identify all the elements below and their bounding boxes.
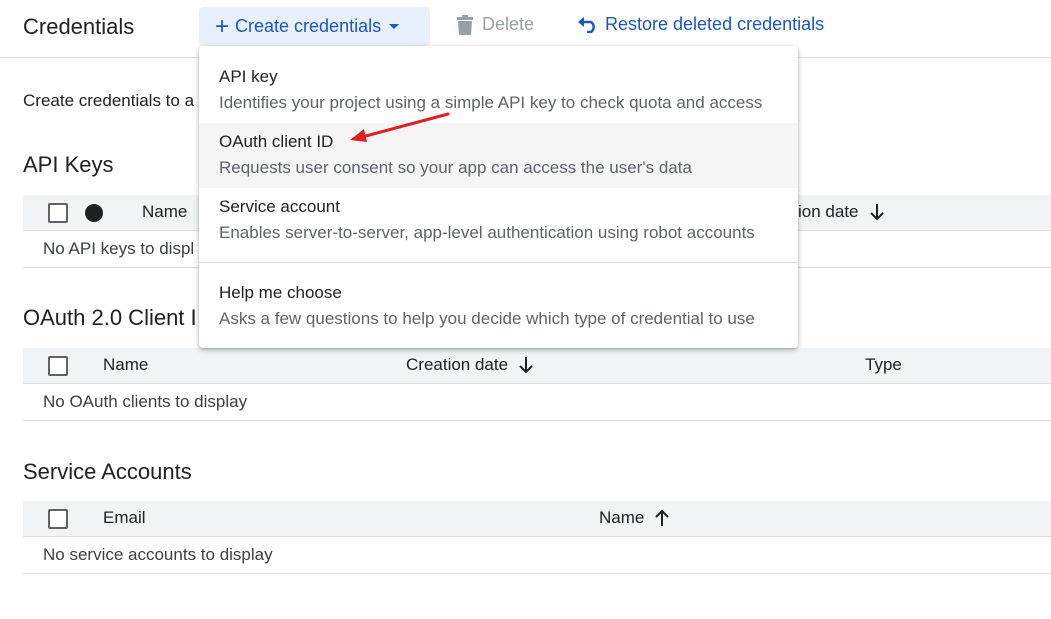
menu-item-oauth-client-id[interactable]: OAuth client ID Requests user consent so… <box>199 123 798 188</box>
column-header-creation-date[interactable]: Creation date <box>406 355 534 375</box>
service-accounts-select-all-checkbox[interactable] <box>48 509 68 529</box>
oauth-empty-row: No OAuth clients to display <box>23 384 1051 421</box>
column-header-name[interactable]: Name <box>142 202 187 222</box>
column-label: Email <box>103 508 146 527</box>
menu-item-help-me-choose[interactable]: Help me choose Asks a few questions to h… <box>199 274 798 339</box>
api-keys-select-all-checkbox[interactable] <box>48 203 68 223</box>
menu-item-description: Requests user consent so your app can ac… <box>219 158 692 177</box>
oauth-title: OAuth 2.0 Client I <box>23 305 197 330</box>
column-label: ion date <box>798 202 859 221</box>
menu-item-description: Enables server-to-server, app-level auth… <box>219 223 755 242</box>
status-dot-icon <box>85 204 103 222</box>
create-credentials-label: Create credentials <box>235 16 382 36</box>
arrow-down-icon <box>519 357 533 374</box>
column-header-email[interactable]: Email <box>103 508 146 528</box>
empty-message: No service accounts to display <box>43 545 273 564</box>
menu-item-title: API key <box>219 67 278 86</box>
restore-label: Restore deleted credentials <box>605 14 825 34</box>
menu-item-title: Service account <box>219 197 340 216</box>
column-label: Type <box>865 355 902 374</box>
column-header-creation-date[interactable]: ion date <box>798 202 885 222</box>
delete-label: Delete <box>482 14 535 34</box>
column-label: Name <box>599 508 645 527</box>
column-label: Name <box>142 202 188 221</box>
arrow-down-icon <box>869 204 884 221</box>
oauth-select-all-checkbox[interactable] <box>48 356 68 376</box>
create-credentials-menu: API key Identifies your project using a … <box>199 46 798 348</box>
api-keys-title: API Keys <box>23 152 114 177</box>
delete-button[interactable]: Delete <box>456 14 534 35</box>
column-label: Name <box>103 355 149 374</box>
column-label: Creation date <box>406 355 509 374</box>
column-header-type[interactable]: Type <box>865 355 902 375</box>
annotation-arrow-icon <box>350 112 450 142</box>
create-credentials-button[interactable]: + Create credentials <box>199 7 430 46</box>
menu-item-description: Asks a few questions to help you decide … <box>219 309 755 328</box>
service-accounts-table-header: Email Name <box>23 501 1051 537</box>
menu-item-description: Identifies your project using a simple A… <box>219 93 763 112</box>
service-accounts-title: Service Accounts <box>23 459 192 484</box>
trash-icon <box>457 14 473 35</box>
menu-item-title: OAuth client ID <box>219 132 334 151</box>
arrow-up-icon <box>655 509 670 526</box>
menu-divider <box>199 262 798 263</box>
service-accounts-empty-row: No service accounts to display <box>23 537 1051 574</box>
restore-deleted-credentials-button[interactable]: Restore deleted credentials <box>577 14 824 35</box>
column-header-name[interactable]: Name <box>599 508 670 528</box>
menu-item-service-account[interactable]: Service account Enables server-to-server… <box>199 188 798 253</box>
plus-icon: + <box>215 12 230 40</box>
caret-down-icon <box>389 24 400 29</box>
page-title: Credentials <box>23 14 135 39</box>
intro-text: Create credentials to a <box>23 91 195 110</box>
empty-message: No API keys to displ <box>43 239 195 258</box>
menu-item-title: Help me choose <box>219 283 342 302</box>
oauth-table-header: Name Creation date Type <box>23 348 1051 384</box>
column-header-name[interactable]: Name <box>103 355 148 375</box>
menu-item-api-key[interactable]: API key Identifies your project using a … <box>199 58 798 123</box>
undo-icon <box>578 16 595 33</box>
empty-message: No OAuth clients to display <box>43 392 248 411</box>
